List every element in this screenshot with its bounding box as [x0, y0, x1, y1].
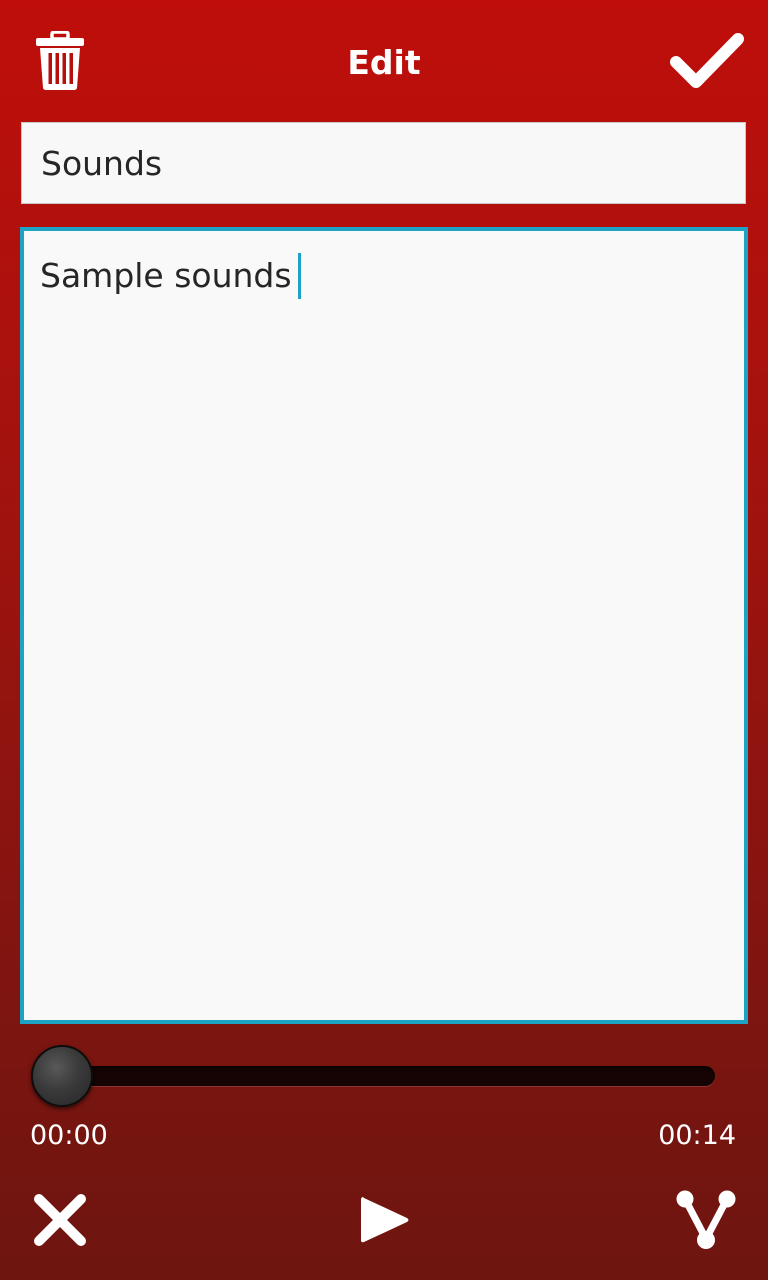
- total-time: 00:14: [658, 1120, 736, 1151]
- share-icon: [676, 1190, 736, 1249]
- close-icon: [34, 1194, 86, 1246]
- text-cursor: [297, 253, 301, 299]
- seek-bar-track[interactable]: [58, 1066, 715, 1086]
- play-icon: [361, 1197, 409, 1243]
- seek-bar-thumb[interactable]: [31, 1045, 93, 1107]
- checkmark-icon: [670, 33, 744, 88]
- confirm-button[interactable]: [668, 28, 746, 92]
- close-button[interactable]: [30, 1190, 90, 1250]
- note-title-input[interactable]: Sounds: [21, 122, 746, 204]
- share-button[interactable]: [674, 1188, 738, 1252]
- play-button[interactable]: [356, 1192, 412, 1248]
- note-title-value: Sounds: [41, 143, 163, 183]
- current-time: 00:00: [30, 1120, 108, 1151]
- app-header: Edit: [0, 0, 768, 122]
- note-body-input[interactable]: Sample sounds: [20, 227, 748, 1024]
- page-title: Edit: [347, 43, 421, 82]
- note-body-value: Sample sounds: [40, 256, 292, 295]
